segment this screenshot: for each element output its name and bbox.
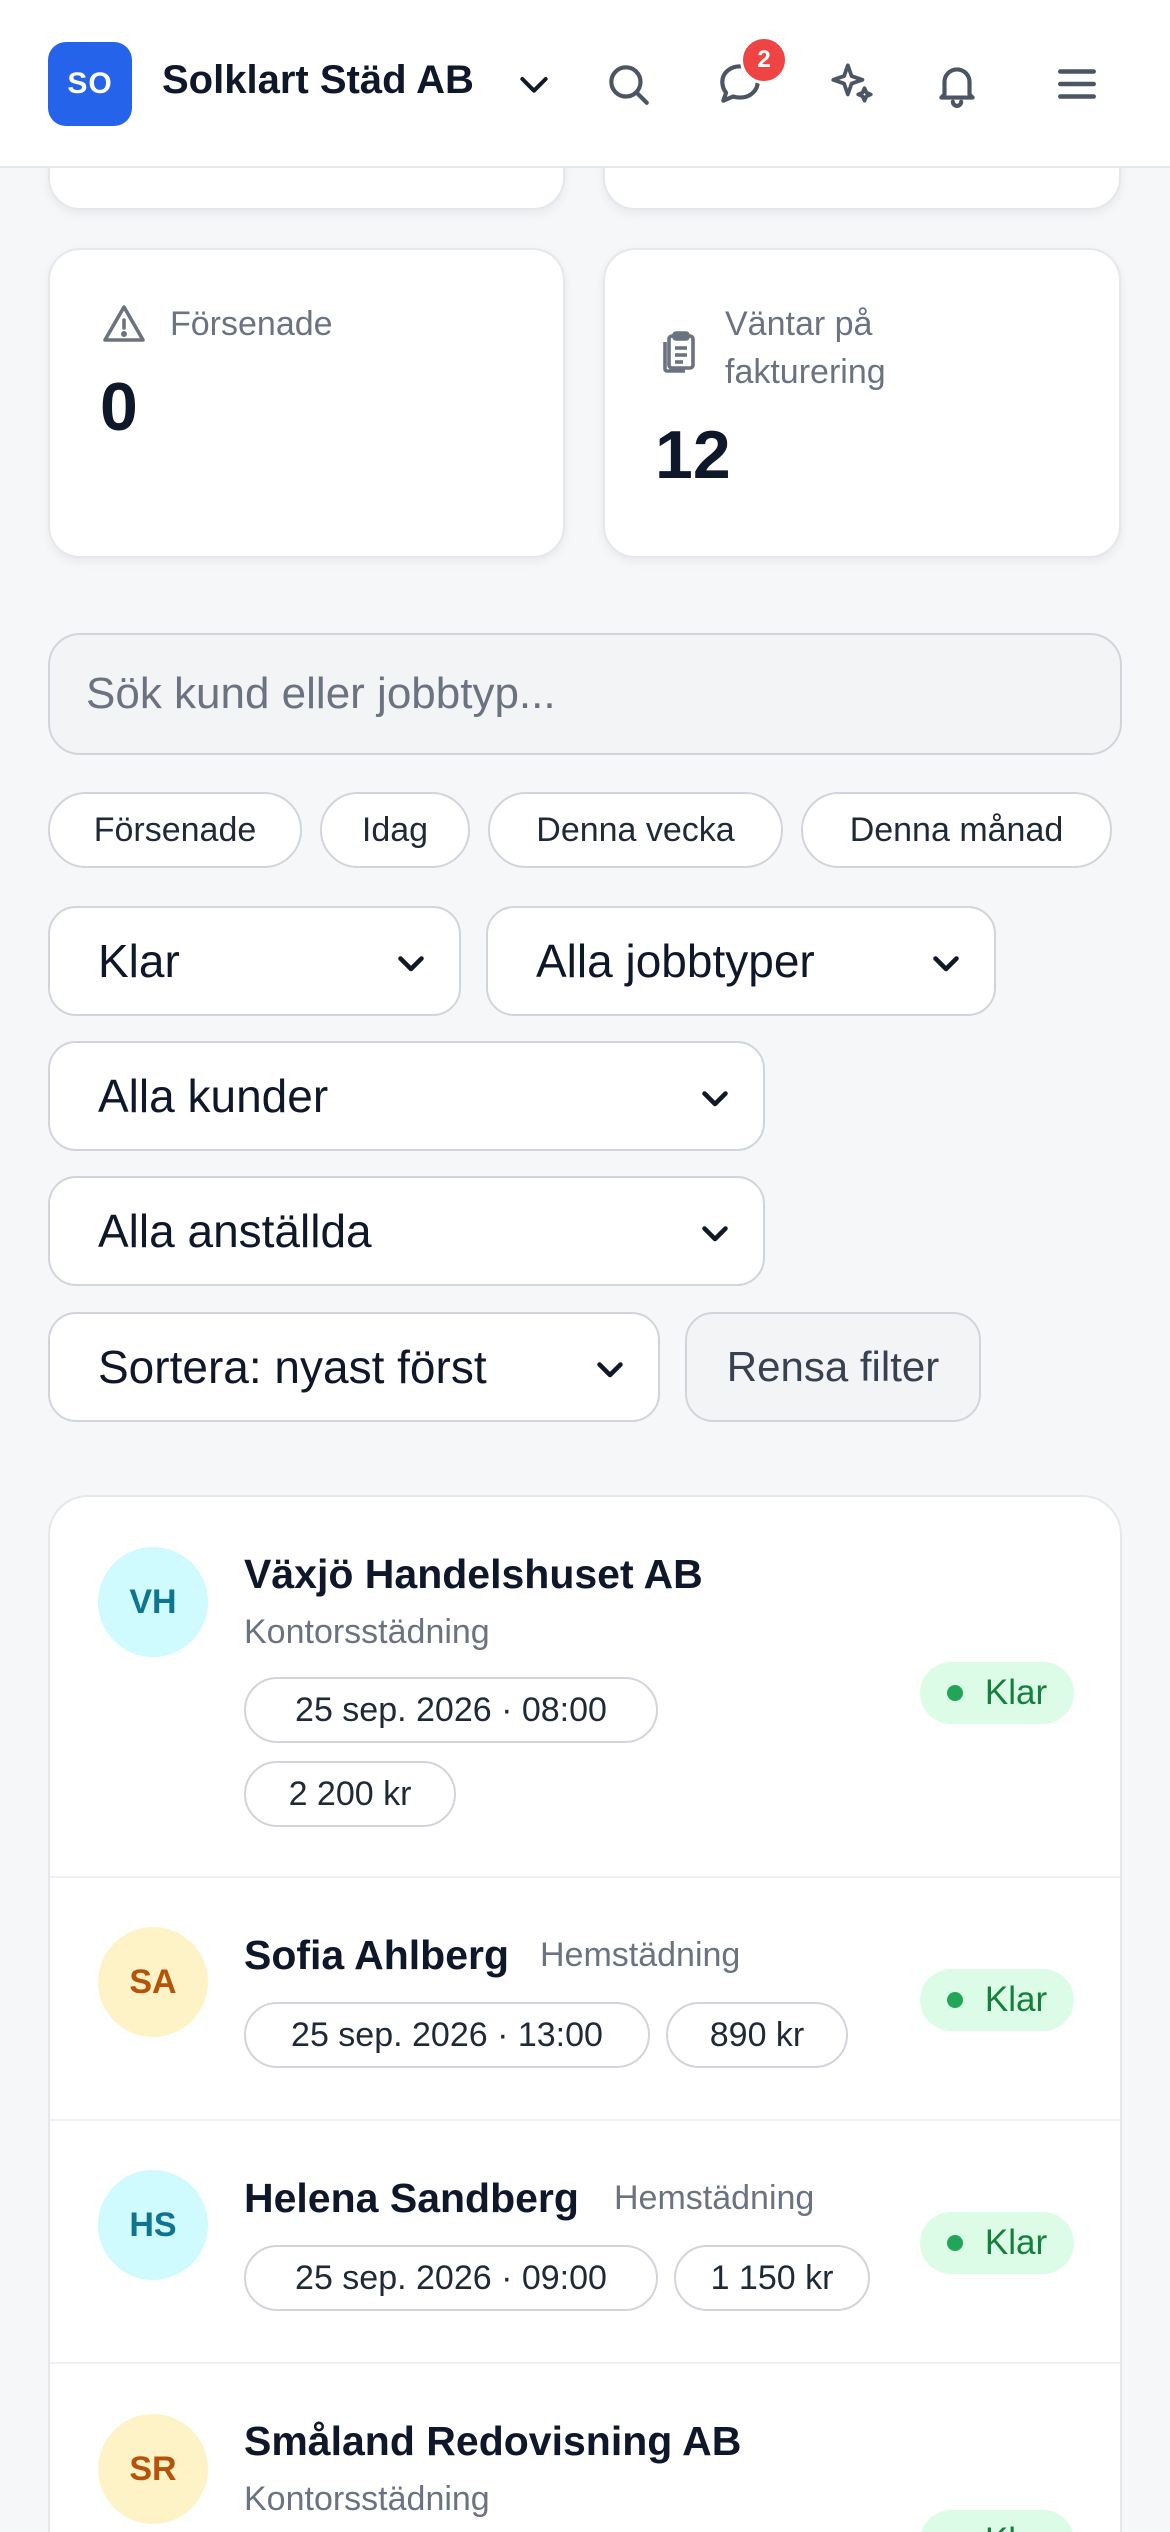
employee-select[interactable]: Alla anställda	[48, 1176, 765, 1286]
job-type-select[interactable]: Alla jobbtyper	[486, 906, 996, 1016]
job-datetime: 25 sep. 2026 · 08:00	[244, 1677, 658, 1743]
job-type: Hemstädning	[614, 2179, 815, 2217]
chip-this-week[interactable]: Denna vecka	[488, 792, 783, 868]
customer-name: Växjö Handelshuset AB	[244, 1551, 703, 1597]
customer-avatar: SA	[98, 1927, 208, 2037]
search-icon	[609, 65, 649, 105]
job-datetime: 25 sep. 2026 · 09:00	[244, 2245, 658, 2311]
job-type: Kontorsstädning	[244, 1613, 490, 1651]
job-type-select-value: Alla jobbtyper	[536, 935, 815, 987]
notifications-button[interactable]	[925, 52, 989, 116]
customer-avatar: VH	[98, 1547, 208, 1657]
customer-name: Småland Redovisning AB	[244, 2418, 742, 2464]
status-badge: Klar	[920, 2510, 1074, 2532]
status-badge: Klar	[920, 1662, 1074, 1724]
hamburger-menu-icon	[1058, 69, 1096, 99]
chip-this-month[interactable]: Denna månad	[801, 792, 1112, 868]
stat-label: Väntar på fakturering	[725, 305, 886, 391]
job-datetime: 25 sep. 2026 · 13:00	[244, 2002, 650, 2068]
stat-card-awaiting-invoice[interactable]: Väntar på fakturering 12	[603, 248, 1121, 558]
customer-select-value: Alla kunder	[98, 1070, 329, 1122]
job-amount: 890 kr	[666, 2002, 848, 2068]
status-badge: Klar	[920, 1969, 1074, 2031]
status-badge: Klar	[920, 2212, 1074, 2274]
status-dot	[946, 1992, 963, 2008]
chip-overdue[interactable]: Försenade	[48, 792, 302, 868]
job-amount: 1 150 kr	[674, 2245, 870, 2311]
org-avatar[interactable]: SO	[48, 42, 132, 126]
customer-name: Helena Sandberg	[244, 2175, 579, 2221]
status-dot	[946, 2235, 963, 2251]
status-dot	[946, 1685, 963, 1701]
customer-select[interactable]: Alla kunder	[48, 1041, 765, 1151]
job-row[interactable]: SA Sofia Ahlberg Hemstädning 25 sep. 202…	[50, 1878, 1120, 2121]
job-row[interactable]: SR Småland Redovisning AB Kontorsstädnin…	[50, 2364, 1120, 2532]
customer-avatar: SR	[98, 2414, 208, 2524]
job-row[interactable]: VH Växjö Handelshuset AB Kontorsstädning…	[50, 1497, 1120, 1878]
messages-count-badge: 2	[740, 36, 788, 84]
job-type: Kontorsstädning	[244, 2480, 490, 2518]
sparkles-icon	[831, 63, 873, 103]
chevron-down-icon	[702, 1091, 728, 1107]
stat-value: 0	[100, 369, 138, 445]
stat-label: Försenade	[170, 305, 333, 343]
chevron-down-icon	[597, 1362, 623, 1378]
customer-avatar: HS	[98, 2170, 208, 2280]
chevron-down-icon	[398, 956, 424, 972]
sort-select-value: Sortera: nyast först	[98, 1341, 487, 1393]
stat-value: 12	[655, 417, 731, 493]
job-type: Hemstädning	[540, 1936, 741, 1974]
top-app-bar: SO Solklart Städ AB 2	[0, 0, 1170, 168]
menu-button[interactable]	[1045, 52, 1109, 116]
search-input[interactable]	[48, 633, 1122, 755]
ai-assistant-button[interactable]	[820, 52, 884, 116]
chevron-down-icon	[933, 956, 959, 972]
search-button[interactable]	[596, 52, 660, 116]
chevron-down-icon[interactable]	[514, 64, 554, 104]
employee-select-value: Alla anställda	[98, 1205, 372, 1257]
job-list: VH Växjö Handelshuset AB Kontorsstädning…	[48, 1495, 1122, 2532]
job-amount: 2 200 kr	[244, 1761, 456, 1827]
job-row[interactable]: HS Helena Sandberg Hemstädning 25 sep. 2…	[50, 2121, 1120, 2364]
stat-card-overdue[interactable]: Försenade 0	[48, 248, 565, 558]
clear-filters-button[interactable]: Rensa filter	[685, 1312, 981, 1422]
sort-select[interactable]: Sortera: nyast först	[48, 1312, 660, 1422]
warning-triangle-icon	[103, 305, 145, 342]
chip-today[interactable]: Idag	[320, 792, 470, 868]
status-select-value: Klar	[98, 935, 180, 987]
customer-name: Sofia Ahlberg	[244, 1932, 509, 1978]
bell-icon	[939, 67, 975, 108]
chevron-down-icon	[702, 1226, 728, 1242]
org-name[interactable]: Solklart Städ AB	[162, 58, 474, 103]
clipboard-icon	[663, 331, 695, 373]
status-select[interactable]: Klar	[48, 906, 461, 1016]
